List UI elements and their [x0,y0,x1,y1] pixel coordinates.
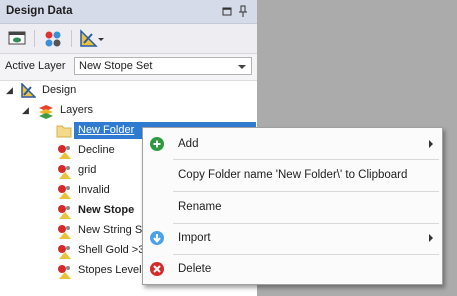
chevron-down-icon[interactable] [238,65,246,69]
tree-node-label: New Stope [78,204,135,216]
active-layer-row: Active Layer New Stope Set [0,54,257,81]
active-layer-label: Active Layer [5,60,66,72]
toolbar-separator [71,30,72,47]
menu-item-label: Add [178,138,199,150]
active-layer-select[interactable]: New Stope Set [74,57,252,75]
menu-item-rename[interactable]: Rename [143,192,442,222]
submenu-arrow-icon [429,140,433,148]
tree-node-label: New String Se [78,224,149,236]
delete-icon [150,262,164,276]
menu-item-label: Delete [178,263,212,275]
restore-icon[interactable] [220,4,234,18]
tree-node-label: Stopes Level [78,264,142,276]
collapse-caret-icon[interactable]: ◢ [6,85,13,96]
panel-title-bar: Design Data [0,0,257,24]
tree-node-design[interactable]: ◢ Design [0,81,257,101]
add-icon [150,137,164,151]
tree-node-label: Decline [78,144,115,156]
context-menu: Add Copy Folder name 'New Folder\' to Cl… [142,127,443,285]
submenu-arrow-icon [429,234,433,242]
layer-shapes-icon [56,264,72,283]
palette-icon[interactable] [42,28,64,49]
menu-item-delete[interactable]: Delete [143,254,442,284]
menu-item-add[interactable]: Add [143,129,442,159]
menu-item-label: Rename [178,201,222,213]
view-icon[interactable] [6,28,28,49]
tree-node-label: Layers [60,104,94,116]
panel-toolbar [0,24,257,54]
tree-node-label: Shell Gold >3 [78,244,145,256]
collapse-caret-icon[interactable]: ◢ [22,105,29,116]
import-icon [150,231,164,245]
tree-node-label: Design [42,84,77,96]
tree-node-label: grid [78,164,97,176]
tree-node-label: Invalid [78,184,110,196]
panel-title: Design Data [6,5,73,17]
design-icon [20,82,37,102]
folder-icon [56,123,72,142]
toolbar-separator [34,30,35,47]
design-tools-dropdown-icon[interactable] [78,28,106,49]
pin-icon[interactable] [236,4,250,18]
layers-icon [38,103,54,122]
menu-item-label: Copy Folder name 'New Folder\' to Clipbo… [178,169,408,181]
tree-node-layers[interactable]: ◢ Layers [0,101,257,121]
menu-item-import[interactable]: Import [143,223,442,253]
active-layer-value: New Stope Set [79,60,153,72]
menu-item-copy-folder-name[interactable]: Copy Folder name 'New Folder\' to Clipbo… [143,160,442,190]
tree-node-label: New Folder [78,124,135,136]
menu-item-label: Import [178,232,211,244]
